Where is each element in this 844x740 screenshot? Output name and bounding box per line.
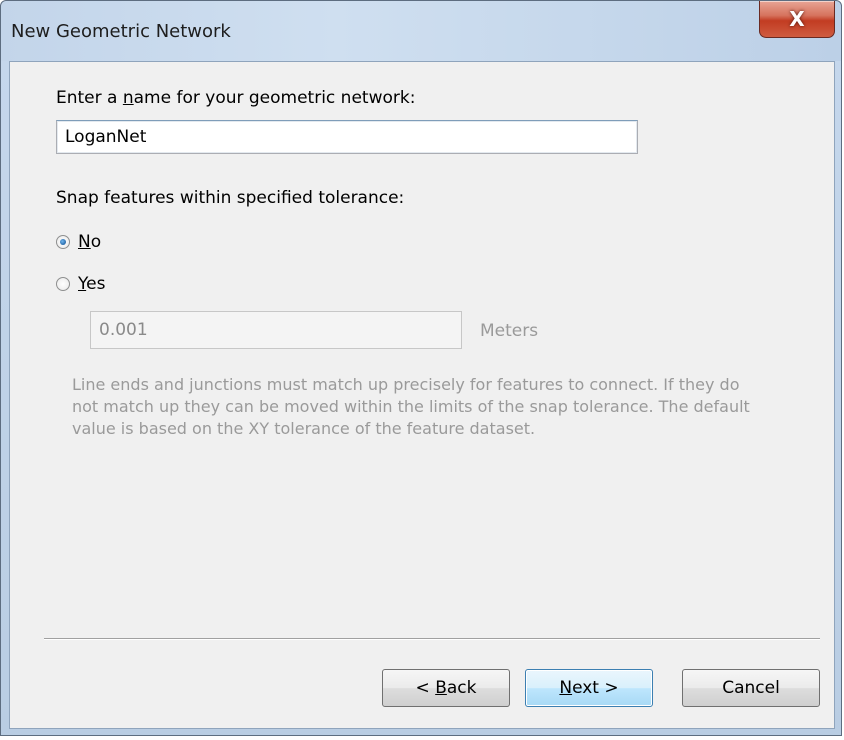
snap-help-text: Line ends and junctions must match up pr… bbox=[72, 375, 750, 438]
dialog-window: New Geometric Network X Enter a name for… bbox=[0, 0, 842, 736]
network-name-input[interactable] bbox=[56, 120, 638, 154]
network-name-label: Enter a name for your geometric network: bbox=[56, 88, 416, 108]
close-button[interactable]: X bbox=[759, 1, 835, 38]
window-title: New Geometric Network bbox=[11, 21, 231, 42]
snap-no-label: No bbox=[78, 232, 102, 252]
snap-yes-label: Yes bbox=[78, 274, 106, 294]
snap-no-radio[interactable]: No bbox=[56, 232, 101, 252]
dialog-content: Enter a name for your geometric network:… bbox=[9, 61, 835, 729]
radio-unchecked-icon[interactable] bbox=[56, 277, 70, 291]
back-button[interactable]: < Back bbox=[382, 669, 510, 707]
button-separator bbox=[44, 638, 820, 640]
snap-tolerance-label: Snap features within specified tolerance… bbox=[56, 188, 405, 208]
next-button[interactable]: Next > bbox=[525, 669, 653, 707]
tolerance-input[interactable] bbox=[90, 311, 462, 349]
title-bar[interactable]: New Geometric Network X bbox=[1, 1, 841, 61]
close-icon: X bbox=[789, 7, 805, 31]
snap-yes-radio[interactable]: Yes bbox=[56, 274, 105, 294]
tolerance-units-label: Meters bbox=[480, 321, 539, 341]
radio-checked-icon[interactable] bbox=[56, 235, 70, 249]
cancel-button[interactable]: Cancel bbox=[682, 669, 820, 707]
